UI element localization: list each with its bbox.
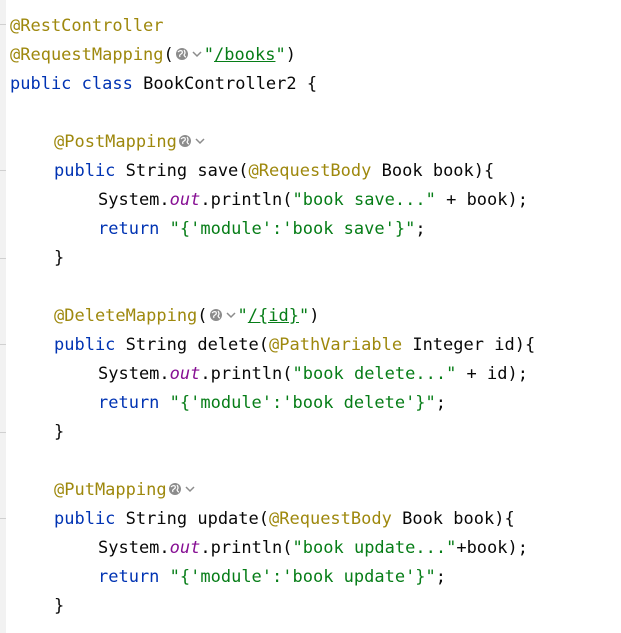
chevron-down-icon[interactable] (184, 483, 196, 495)
string-literal: "book save..." (292, 190, 436, 210)
fold-marker[interactable] (0, 24, 6, 25)
method-name: delete (197, 335, 259, 355)
code-line: @PutMapping (10, 476, 535, 505)
keyword: public (54, 161, 116, 181)
method-name: println (210, 190, 283, 210)
chevron-down-icon[interactable] (194, 135, 206, 147)
type-name: String (125, 509, 188, 529)
class-name: BookController2 (143, 74, 297, 94)
parameter-name: id (494, 335, 515, 355)
type-name: Book (381, 161, 423, 181)
code-line: return "{'module':'book save'}"; (98, 219, 426, 239)
parameter-name: book (453, 509, 495, 529)
code-line: @RestController (10, 12, 535, 41)
fold-marker[interactable] (0, 432, 6, 433)
string-literal: "book delete..." (292, 364, 457, 384)
globe-icon[interactable] (209, 308, 223, 322)
type-name: Book (402, 509, 444, 529)
string-literal: "{'module':'book delete'}" (169, 393, 436, 413)
code-line: public String save(@RequestBody Book boo… (54, 161, 495, 181)
type-name: Integer (412, 335, 484, 355)
string-literal: "{'module':'book update'}" (169, 567, 436, 587)
code-editor[interactable]: @RestController @RequestMapping("/books"… (10, 12, 535, 621)
chevron-down-icon[interactable] (225, 309, 237, 321)
keyword: return (98, 219, 160, 239)
static-field: out (169, 364, 201, 384)
fold-marker[interactable] (0, 258, 6, 259)
code-line: System.out.println("book save..." + book… (98, 190, 528, 210)
method-name: save (197, 161, 239, 181)
parameter-name: book (432, 161, 474, 181)
fold-marker[interactable] (0, 518, 6, 519)
code-line: System.out.println("book delete..." + id… (98, 364, 528, 384)
code-line: } (54, 248, 65, 268)
class-name: System (98, 364, 160, 384)
annotation: @PostMapping (54, 132, 177, 152)
method-name: println (210, 364, 283, 384)
keyword: public (10, 74, 72, 94)
string-literal: "book update..." (292, 538, 457, 558)
annotation: @RequestBody (248, 161, 372, 181)
code-line: public String update(@RequestBody Book b… (54, 509, 515, 529)
annotation: @PathVariable (269, 335, 403, 355)
keyword: return (98, 393, 160, 413)
parameter-name: book (466, 190, 508, 210)
parameter-name: id (487, 364, 508, 384)
keyword: public (54, 509, 116, 529)
string-literal[interactable]: /books (214, 45, 275, 65)
keyword: return (98, 567, 160, 587)
fold-marker[interactable] (0, 170, 6, 171)
method-name: update (197, 509, 259, 529)
type-name: String (125, 161, 188, 181)
parameter-name: book (466, 538, 508, 558)
code-line: public class BookController2 { (10, 74, 318, 94)
annotation: @PutMapping (54, 480, 167, 500)
code-line: return "{'module':'book update'}"; (98, 567, 447, 587)
class-name: System (98, 538, 160, 558)
string-literal[interactable]: /{id} (248, 306, 299, 326)
code-line: @RequestMapping("/books") (10, 45, 296, 65)
code-line: } (54, 596, 65, 616)
type-name: String (125, 335, 188, 355)
globe-icon[interactable] (175, 47, 189, 61)
code-line: } (54, 422, 65, 442)
method-name: println (210, 538, 283, 558)
annotation: @RestController (10, 16, 164, 36)
annotation: @RequestBody (269, 509, 392, 529)
globe-icon[interactable] (178, 134, 192, 148)
keyword: class (81, 74, 133, 94)
class-name: System (98, 190, 160, 210)
annotation: @RequestMapping (10, 45, 164, 65)
string-literal: "{'module':'book save'}" (169, 219, 416, 239)
annotation: @DeleteMapping (54, 306, 198, 326)
fold-marker[interactable] (0, 344, 6, 345)
static-field: out (169, 190, 201, 210)
code-line: @DeleteMapping("/{id}") (54, 306, 320, 326)
editor-gutter (0, 0, 6, 633)
chevron-down-icon[interactable] (191, 48, 203, 60)
code-line: return "{'module':'book delete'}"; (98, 393, 447, 413)
code-line: @PostMapping (10, 128, 535, 157)
globe-icon[interactable] (168, 482, 182, 496)
code-line: public String delete(@PathVariable Integ… (54, 335, 536, 355)
code-line: System.out.println("book update..."+book… (98, 538, 528, 558)
static-field: out (169, 538, 201, 558)
keyword: public (54, 335, 116, 355)
